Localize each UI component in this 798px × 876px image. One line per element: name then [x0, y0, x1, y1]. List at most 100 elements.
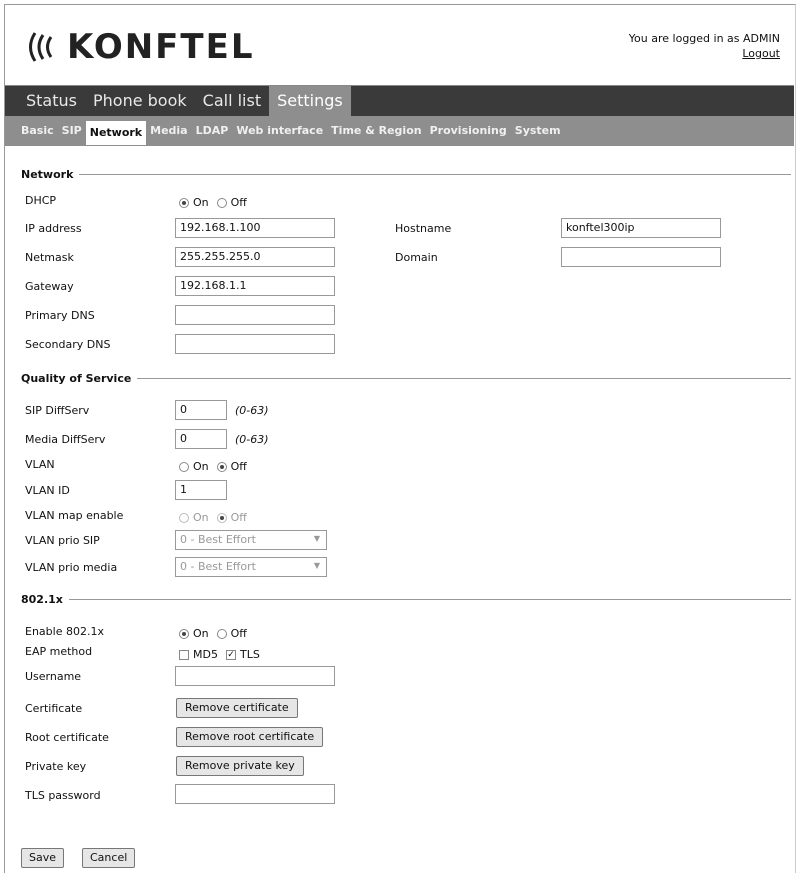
dhcp-label: DHCP — [25, 194, 57, 207]
vlan-prio-sip-label: VLAN prio SIP — [25, 534, 100, 547]
remove-private-key-button[interactable]: Remove private key — [176, 756, 304, 776]
main-nav: Status Phone book Call list Settings — [5, 86, 794, 116]
primary-dns-input[interactable] — [175, 305, 335, 325]
domain-input[interactable] — [561, 247, 721, 267]
dhcp-on-label: On — [193, 196, 209, 209]
md5-checkbox[interactable] — [179, 649, 189, 660]
subtab-media[interactable]: Media — [146, 120, 191, 142]
vlan-label: VLAN — [25, 458, 55, 471]
secondary-dns-label: Secondary DNS — [25, 338, 111, 351]
root-certificate-label: Root certificate — [25, 731, 109, 744]
gateway-input[interactable]: 192.168.1.1 — [175, 276, 335, 296]
sip-diffserv-input[interactable]: 0 — [175, 400, 227, 420]
logout-link[interactable]: Logout — [742, 47, 780, 60]
tab-phone-book[interactable]: Phone book — [85, 86, 195, 116]
tab-call-list[interactable]: Call list — [195, 86, 269, 116]
sip-diffserv-range: (0-63) — [235, 404, 269, 417]
vlan-map-label: VLAN map enable — [25, 509, 124, 522]
tab-settings[interactable]: Settings — [269, 86, 351, 116]
vlan-map-off-radio[interactable] — [216, 512, 227, 523]
hostname-label: Hostname — [395, 222, 452, 235]
sound-wave-icon — [29, 32, 53, 62]
page-header: KONFTEL You are logged in as ADMIN Logou… — [5, 5, 794, 86]
netmask-input[interactable]: 255.255.255.0 — [175, 247, 335, 267]
dhcp-radio-group: On Off — [179, 196, 255, 209]
media-diffserv-input[interactable]: 0 — [175, 429, 227, 449]
secondary-dns-input[interactable] — [175, 334, 335, 354]
qos-legend: Quality of Service — [21, 372, 791, 385]
primary-dns-label: Primary DNS — [25, 309, 95, 322]
enable-8021x-off-radio[interactable] — [216, 628, 227, 639]
qos-legend-text: Quality of Service — [21, 372, 132, 385]
tls-checkbox[interactable]: ✓ — [225, 649, 236, 660]
settings-form: Network DHCP On Off IP address 192.168.1… — [5, 146, 794, 872]
vlan-radio-group: On Off — [179, 460, 255, 473]
tls-password-label: TLS password — [25, 789, 101, 802]
netmask-label: Netmask — [25, 251, 74, 264]
vlan-prio-media-select[interactable]: 0 - Best Effort ▼ — [175, 557, 327, 577]
subtab-ldap[interactable]: LDAP — [192, 120, 233, 142]
vlan-map-on-radio[interactable] — [179, 512, 189, 523]
remove-certificate-button[interactable]: Remove certificate — [176, 698, 298, 718]
subtab-time-region[interactable]: Time & Region — [327, 120, 425, 142]
login-info: You are logged in as ADMIN Logout — [629, 31, 780, 61]
sip-diffserv-label: SIP DiffServ — [25, 404, 90, 417]
vlan-on-radio[interactable] — [179, 461, 189, 472]
vlan-prio-sip-select[interactable]: 0 - Best Effort ▼ — [175, 530, 327, 550]
cancel-button[interactable]: Cancel — [82, 848, 136, 868]
eap-method-label: EAP method — [25, 645, 93, 658]
enable-8021x-on-label: On — [193, 627, 209, 640]
remove-root-certificate-button[interactable]: Remove root certificate — [176, 727, 324, 747]
vlan-off-radio[interactable] — [216, 461, 227, 472]
vlan-map-radio-group: On Off — [179, 511, 255, 524]
dhcp-off-label: Off — [230, 196, 247, 209]
subtab-sip[interactable]: SIP — [58, 120, 86, 142]
subtab-system[interactable]: System — [511, 120, 565, 142]
enable-8021x-on-radio[interactable] — [179, 628, 189, 639]
save-button[interactable]: Save — [21, 848, 65, 868]
sub-nav: Basic SIP Network Media LDAP Web interfa… — [5, 116, 794, 146]
md5-label: MD5 — [193, 648, 218, 661]
konftel-logo: KONFTEL — [25, 27, 255, 67]
chevron-down-icon: ▼ — [313, 561, 320, 570]
certificate-label: Certificate — [25, 702, 83, 715]
subtab-basic[interactable]: Basic — [5, 120, 58, 142]
vlan-map-off-label: Off — [230, 511, 247, 524]
dhcp-off-radio[interactable] — [216, 197, 227, 208]
vlan-id-label: VLAN ID — [25, 484, 70, 497]
private-key-label: Private key — [25, 760, 87, 773]
gateway-label: Gateway — [25, 280, 74, 293]
hostname-input[interactable]: konftel300ip — [561, 218, 721, 238]
tls-password-input[interactable] — [175, 784, 335, 804]
username-label: Username — [25, 670, 82, 683]
subtab-network[interactable]: Network — [85, 121, 147, 145]
vlan-prio-media-value: 0 - Best Effort — [180, 560, 256, 573]
dhcp-on-radio[interactable] — [179, 197, 189, 208]
media-diffserv-range: (0-63) — [235, 433, 269, 446]
tls-label: TLS — [239, 648, 260, 661]
login-status: You are logged in as ADMIN — [628, 32, 780, 45]
dot1x-legend-text: 802.1x — [21, 593, 63, 606]
subtab-web-interface[interactable]: Web interface — [232, 120, 327, 142]
ip-address-input[interactable]: 192.168.1.100 — [175, 218, 335, 238]
domain-label: Domain — [395, 251, 438, 264]
chevron-down-icon: ▼ — [313, 534, 320, 543]
vlan-off-label: Off — [230, 460, 247, 473]
tab-status[interactable]: Status — [5, 86, 85, 116]
eap-method-group: MD5 ✓ TLS — [179, 648, 268, 661]
enable-8021x-off-label: Off — [230, 627, 247, 640]
username-input[interactable] — [175, 666, 335, 686]
logo-text: KONFTEL — [67, 27, 255, 67]
vlan-on-label: On — [193, 460, 209, 473]
network-legend: Network — [21, 168, 791, 181]
enable-8021x-label: Enable 802.1x — [25, 625, 104, 638]
subtab-provisioning[interactable]: Provisioning — [426, 120, 511, 142]
vlan-map-on-label: On — [193, 511, 209, 524]
media-diffserv-label: Media DiffServ — [25, 433, 106, 446]
vlan-id-input[interactable]: 1 — [175, 480, 227, 500]
enable-8021x-radio-group: On Off — [179, 627, 255, 640]
vlan-prio-sip-value: 0 - Best Effort — [180, 533, 256, 546]
ip-address-label: IP address — [25, 222, 82, 235]
network-legend-text: Network — [21, 168, 74, 181]
dot1x-legend: 802.1x — [21, 593, 791, 606]
